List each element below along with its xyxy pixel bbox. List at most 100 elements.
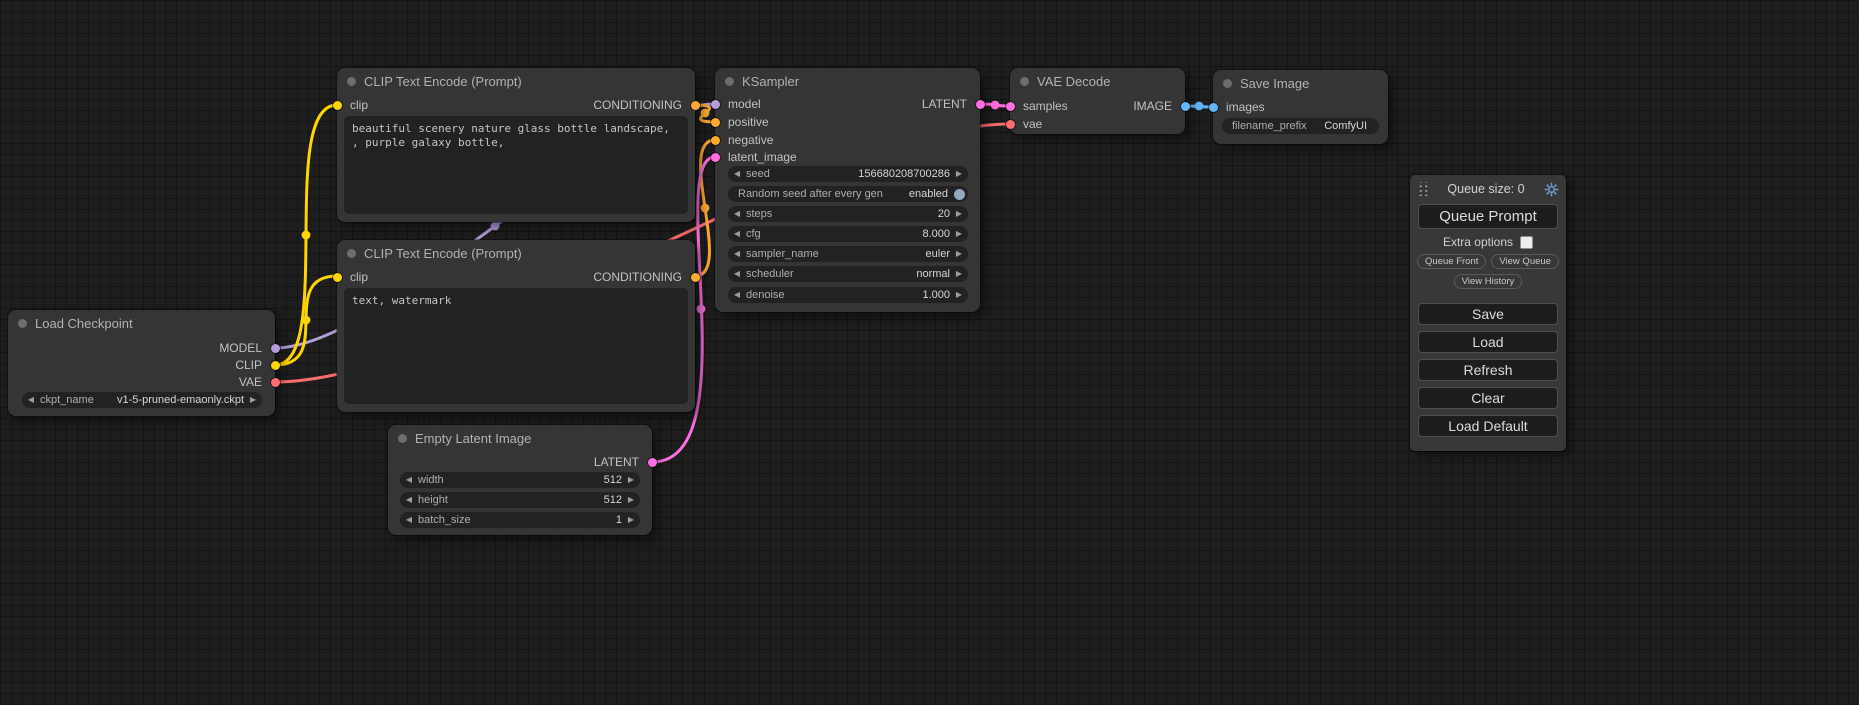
widget-batch-size[interactable]: ◀ batch_size 1 ▶ (400, 512, 640, 528)
node-save-image[interactable]: Save Image images filename_prefix ComfyU… (1213, 70, 1388, 144)
output-dot-model[interactable] (271, 344, 280, 353)
node-title: Empty Latent Image (415, 431, 531, 446)
node-titlebar[interactable]: Empty Latent Image (388, 425, 652, 451)
node-titlebar[interactable]: Load Checkpoint (8, 310, 275, 336)
input-dot-clip[interactable] (333, 273, 342, 282)
stepper-right-icon[interactable]: ▶ (622, 492, 640, 508)
stepper-left-icon[interactable]: ◀ (400, 492, 418, 508)
wire-midpoint-dot (697, 305, 706, 314)
node-empty-latent-image[interactable]: Empty Latent Image LATENT ◀ width 512 ▶ … (388, 425, 652, 535)
collapse-dot-icon[interactable] (1020, 77, 1029, 86)
load-default-button[interactable]: Load Default (1418, 415, 1558, 437)
prompt-textarea[interactable]: text, watermark (344, 288, 688, 404)
stepper-right-icon[interactable]: ▶ (622, 512, 640, 528)
collapse-dot-icon[interactable] (347, 77, 356, 86)
node-title: Save Image (1240, 76, 1309, 91)
stepper-left-icon[interactable]: ◀ (728, 287, 746, 303)
prompt-textarea[interactable]: beautiful scenery nature glass bottle la… (344, 116, 688, 214)
node-graph-canvas[interactable]: Load Checkpoint MODEL CLIP VAE ◀ ckpt_na… (0, 0, 1859, 705)
node-load-checkpoint[interactable]: Load Checkpoint MODEL CLIP VAE ◀ ckpt_na… (8, 310, 275, 416)
widget-seed[interactable]: ◀ seed 156680208700286 ▶ (728, 166, 968, 182)
stepper-left-icon[interactable]: ◀ (400, 472, 418, 488)
output-label-model: MODEL (219, 340, 262, 356)
node-clip-text-encode-negative[interactable]: CLIP Text Encode (Prompt) clip CONDITION… (337, 240, 695, 412)
drag-handle-icon[interactable] (1417, 182, 1428, 196)
save-button[interactable]: Save (1418, 303, 1558, 325)
refresh-button[interactable]: Refresh (1418, 359, 1558, 381)
stepper-left-icon[interactable]: ◀ (728, 226, 746, 242)
widget-random-seed-toggle[interactable]: Random seed after every gen enabled (728, 186, 968, 202)
node-titlebar[interactable]: CLIP Text Encode (Prompt) (337, 240, 695, 266)
extra-options-checkbox[interactable] (1520, 236, 1533, 249)
load-button[interactable]: Load (1418, 331, 1558, 353)
node-ksampler[interactable]: KSampler model positive negative latent_… (715, 68, 980, 312)
stepper-right-icon[interactable]: ▶ (950, 206, 968, 222)
output-dot-vae[interactable] (271, 378, 280, 387)
output-label-latent: LATENT (922, 96, 967, 112)
output-dot-latent[interactable] (648, 458, 657, 467)
stepper-right-icon[interactable]: ▶ (622, 472, 640, 488)
widget-steps[interactable]: ◀ steps 20 ▶ (728, 206, 968, 222)
widget-width[interactable]: ◀ width 512 ▶ (400, 472, 640, 488)
widget-name: sampler_name (746, 248, 819, 260)
stepper-left-icon[interactable]: ◀ (728, 246, 746, 262)
stepper-left-icon[interactable]: ◀ (728, 166, 746, 182)
input-dot-images[interactable] (1209, 103, 1218, 112)
queue-prompt-button[interactable]: Queue Prompt (1418, 204, 1558, 229)
widget-value: euler (926, 248, 950, 260)
output-dot-clip[interactable] (271, 361, 280, 370)
widget-filename-prefix[interactable]: filename_prefix ComfyUI (1222, 118, 1379, 134)
widget-ckpt-name[interactable]: ◀ ckpt_name v1-5-pruned-emaonly.ckpt ▶ (22, 392, 262, 408)
input-dot-model[interactable] (711, 100, 720, 109)
widget-denoise[interactable]: ◀ denoise 1.000 ▶ (728, 287, 968, 303)
settings-gear-icon[interactable] (1544, 182, 1559, 197)
input-label-clip: clip (350, 97, 368, 113)
collapse-dot-icon[interactable] (18, 319, 27, 328)
input-dot-latent-image[interactable] (711, 153, 720, 162)
collapse-dot-icon[interactable] (398, 434, 407, 443)
clear-button[interactable]: Clear (1418, 387, 1558, 409)
node-titlebar[interactable]: VAE Decode (1010, 68, 1185, 94)
widget-sampler-name[interactable]: ◀ sampler_name euler ▶ (728, 246, 968, 262)
widget-height[interactable]: ◀ height 512 ▶ (400, 492, 640, 508)
widget-value: 20 (938, 208, 950, 220)
collapse-dot-icon[interactable] (1223, 79, 1232, 88)
stepper-left-icon[interactable]: ◀ (728, 266, 746, 282)
stepper-right-icon[interactable]: ▶ (244, 392, 262, 408)
node-clip-text-encode-positive[interactable]: CLIP Text Encode (Prompt) clip CONDITION… (337, 68, 695, 222)
collapse-dot-icon[interactable] (725, 77, 734, 86)
input-dot-negative[interactable] (711, 136, 720, 145)
widget-name: seed (746, 168, 770, 180)
output-label-image: IMAGE (1133, 98, 1172, 114)
stepper-left-icon[interactable]: ◀ (22, 392, 40, 408)
node-titlebar[interactable]: KSampler (715, 68, 980, 94)
stepper-right-icon[interactable]: ▶ (950, 287, 968, 303)
input-dot-samples[interactable] (1006, 102, 1015, 111)
collapse-dot-icon[interactable] (347, 249, 356, 258)
output-dot-image[interactable] (1181, 102, 1190, 111)
widget-cfg[interactable]: ◀ cfg 8.000 ▶ (728, 226, 968, 242)
toggle-knob-icon[interactable] (954, 189, 965, 200)
node-vae-decode[interactable]: VAE Decode samples vae IMAGE (1010, 68, 1185, 134)
input-dot-vae[interactable] (1006, 120, 1015, 129)
node-titlebar[interactable]: Save Image (1213, 70, 1388, 96)
stepper-right-icon[interactable]: ▶ (950, 266, 968, 282)
queue-front-button[interactable]: Queue Front (1417, 254, 1486, 269)
stepper-right-icon[interactable]: ▶ (950, 166, 968, 182)
node-titlebar[interactable]: CLIP Text Encode (Prompt) (337, 68, 695, 94)
widget-scheduler[interactable]: ◀ scheduler normal ▶ (728, 266, 968, 282)
stepper-right-icon[interactable]: ▶ (950, 226, 968, 242)
stepper-left-icon[interactable]: ◀ (400, 512, 418, 528)
view-queue-button[interactable]: View Queue (1491, 254, 1559, 269)
output-dot-latent[interactable] (976, 100, 985, 109)
input-dot-positive[interactable] (711, 118, 720, 127)
stepper-left-icon[interactable]: ◀ (728, 206, 746, 222)
widget-name: cfg (746, 228, 761, 240)
output-dot-conditioning[interactable] (691, 273, 700, 282)
input-label-clip: clip (350, 269, 368, 285)
output-dot-conditioning[interactable] (691, 101, 700, 110)
widget-name: steps (746, 208, 772, 220)
view-history-button[interactable]: View History (1454, 274, 1523, 289)
input-dot-clip[interactable] (333, 101, 342, 110)
stepper-right-icon[interactable]: ▶ (950, 246, 968, 262)
